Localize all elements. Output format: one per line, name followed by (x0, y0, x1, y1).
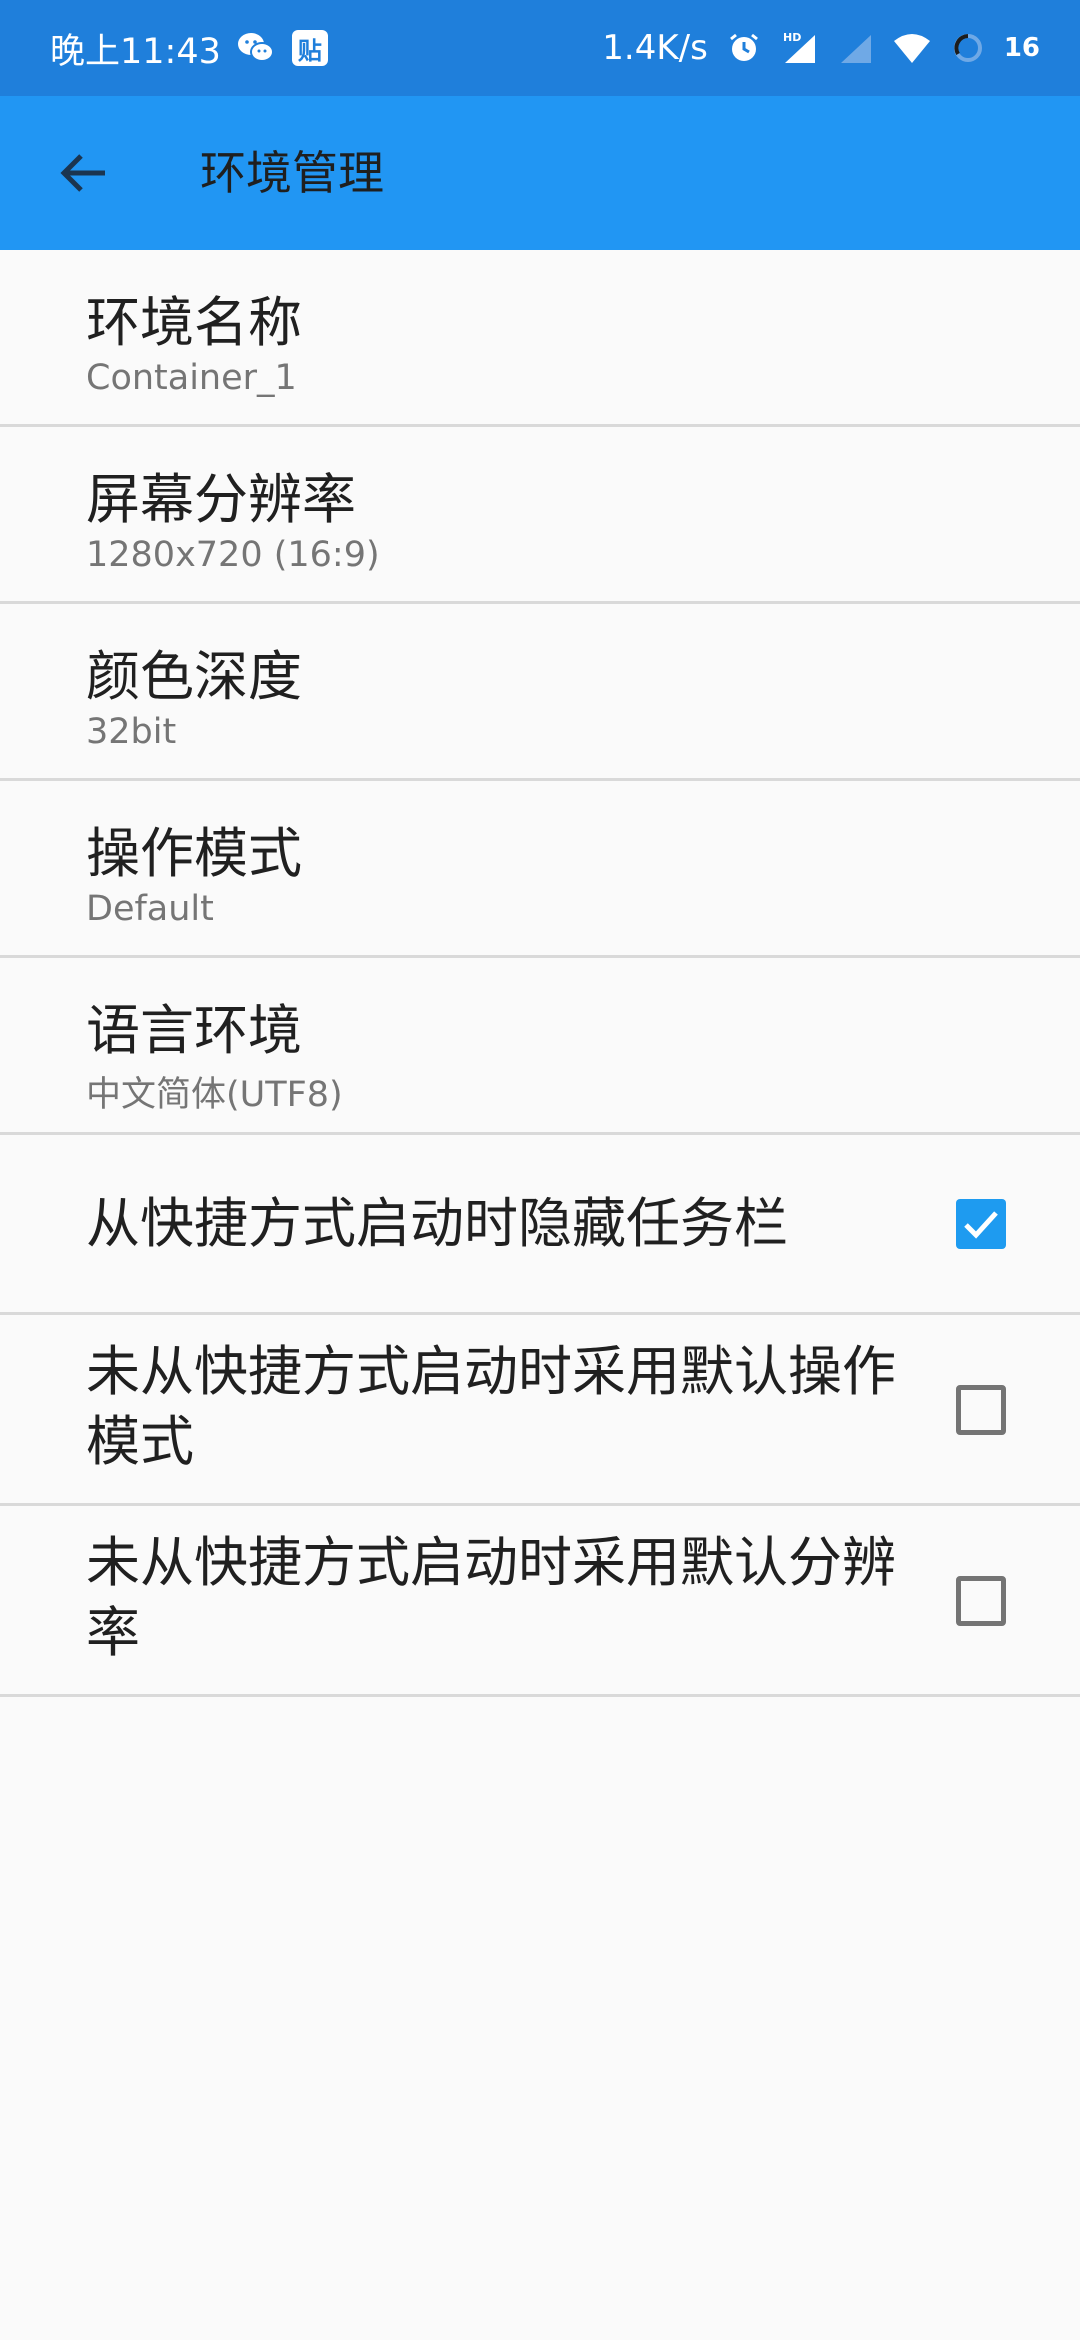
battery-level: 16 (1003, 33, 1040, 63)
setting-item-env-name[interactable]: 环境名称 Container_1 (0, 250, 1080, 427)
setting-title: 语言环境 (86, 999, 302, 1062)
setting-value: Container_1 (86, 358, 297, 398)
svg-text:HD: HD (783, 31, 801, 44)
setting-title: 环境名称 (86, 291, 302, 354)
arrow-back-icon (60, 154, 105, 192)
checkbox-label: 从快捷方式启动时隐藏任务栏 (86, 1192, 788, 1255)
default-resolution-checkbox[interactable] (956, 1576, 1006, 1626)
tie-app-icon: 贴 (291, 29, 329, 67)
default-mode-checkbox[interactable] (956, 1385, 1006, 1435)
settings-list: 环境名称 Container_1 屏幕分辨率 1280x720 (16:9) 颜… (0, 250, 1080, 1697)
signal-hd-icon: HD (780, 28, 820, 68)
back-button[interactable] (44, 133, 124, 213)
page-title: 环境管理 (200, 146, 384, 200)
wifi-icon (892, 28, 932, 68)
setting-value: 1280x720 (16:9) (86, 535, 380, 575)
setting-title: 颜色深度 (86, 645, 302, 708)
wechat-icon (237, 29, 275, 67)
setting-item-color-depth[interactable]: 颜色深度 32bit (0, 604, 1080, 781)
battery-icon (948, 28, 988, 68)
status-left: 晚上11:43 贴 (50, 0, 329, 96)
setting-value: Default (86, 889, 214, 929)
checkbox-label: 未从快捷方式启动时采用默认分辨率 (86, 1531, 896, 1664)
net-speed: 1.4K/s (602, 28, 708, 68)
checkbox-row-hide-taskbar[interactable]: 从快捷方式启动时隐藏任务栏 (0, 1135, 1080, 1315)
checkbox-row-default-resolution[interactable]: 未从快捷方式启动时采用默认分辨率 (0, 1506, 1080, 1697)
setting-item-language[interactable]: 语言环境 中文简体(UTF8) (0, 958, 1080, 1135)
setting-value: 32bit (86, 712, 177, 752)
tie-app-label: 贴 (291, 30, 328, 66)
setting-item-resolution[interactable]: 屏幕分辨率 1280x720 (16:9) (0, 427, 1080, 604)
app-bar: 环境管理 (0, 96, 1080, 250)
hide-taskbar-checkbox[interactable] (956, 1199, 1006, 1249)
status-bar: 晚上11:43 贴 1.4K/s HD 16 (0, 0, 1080, 96)
setting-title: 操作模式 (86, 822, 302, 885)
check-icon (964, 1211, 998, 1239)
status-right: 1.4K/s HD 16 (602, 0, 1040, 96)
status-time: 晚上11:43 (50, 31, 221, 72)
setting-title: 屏幕分辨率 (86, 468, 356, 531)
alarm-icon (724, 28, 764, 68)
checkbox-row-default-mode[interactable]: 未从快捷方式启动时采用默认操作模式 (0, 1315, 1080, 1506)
setting-item-operation-mode[interactable]: 操作模式 Default (0, 781, 1080, 958)
checkbox-label: 未从快捷方式启动时采用默认操作模式 (86, 1340, 896, 1473)
signal-icon (836, 28, 876, 68)
setting-value: 中文简体(UTF8) (86, 1075, 343, 1115)
